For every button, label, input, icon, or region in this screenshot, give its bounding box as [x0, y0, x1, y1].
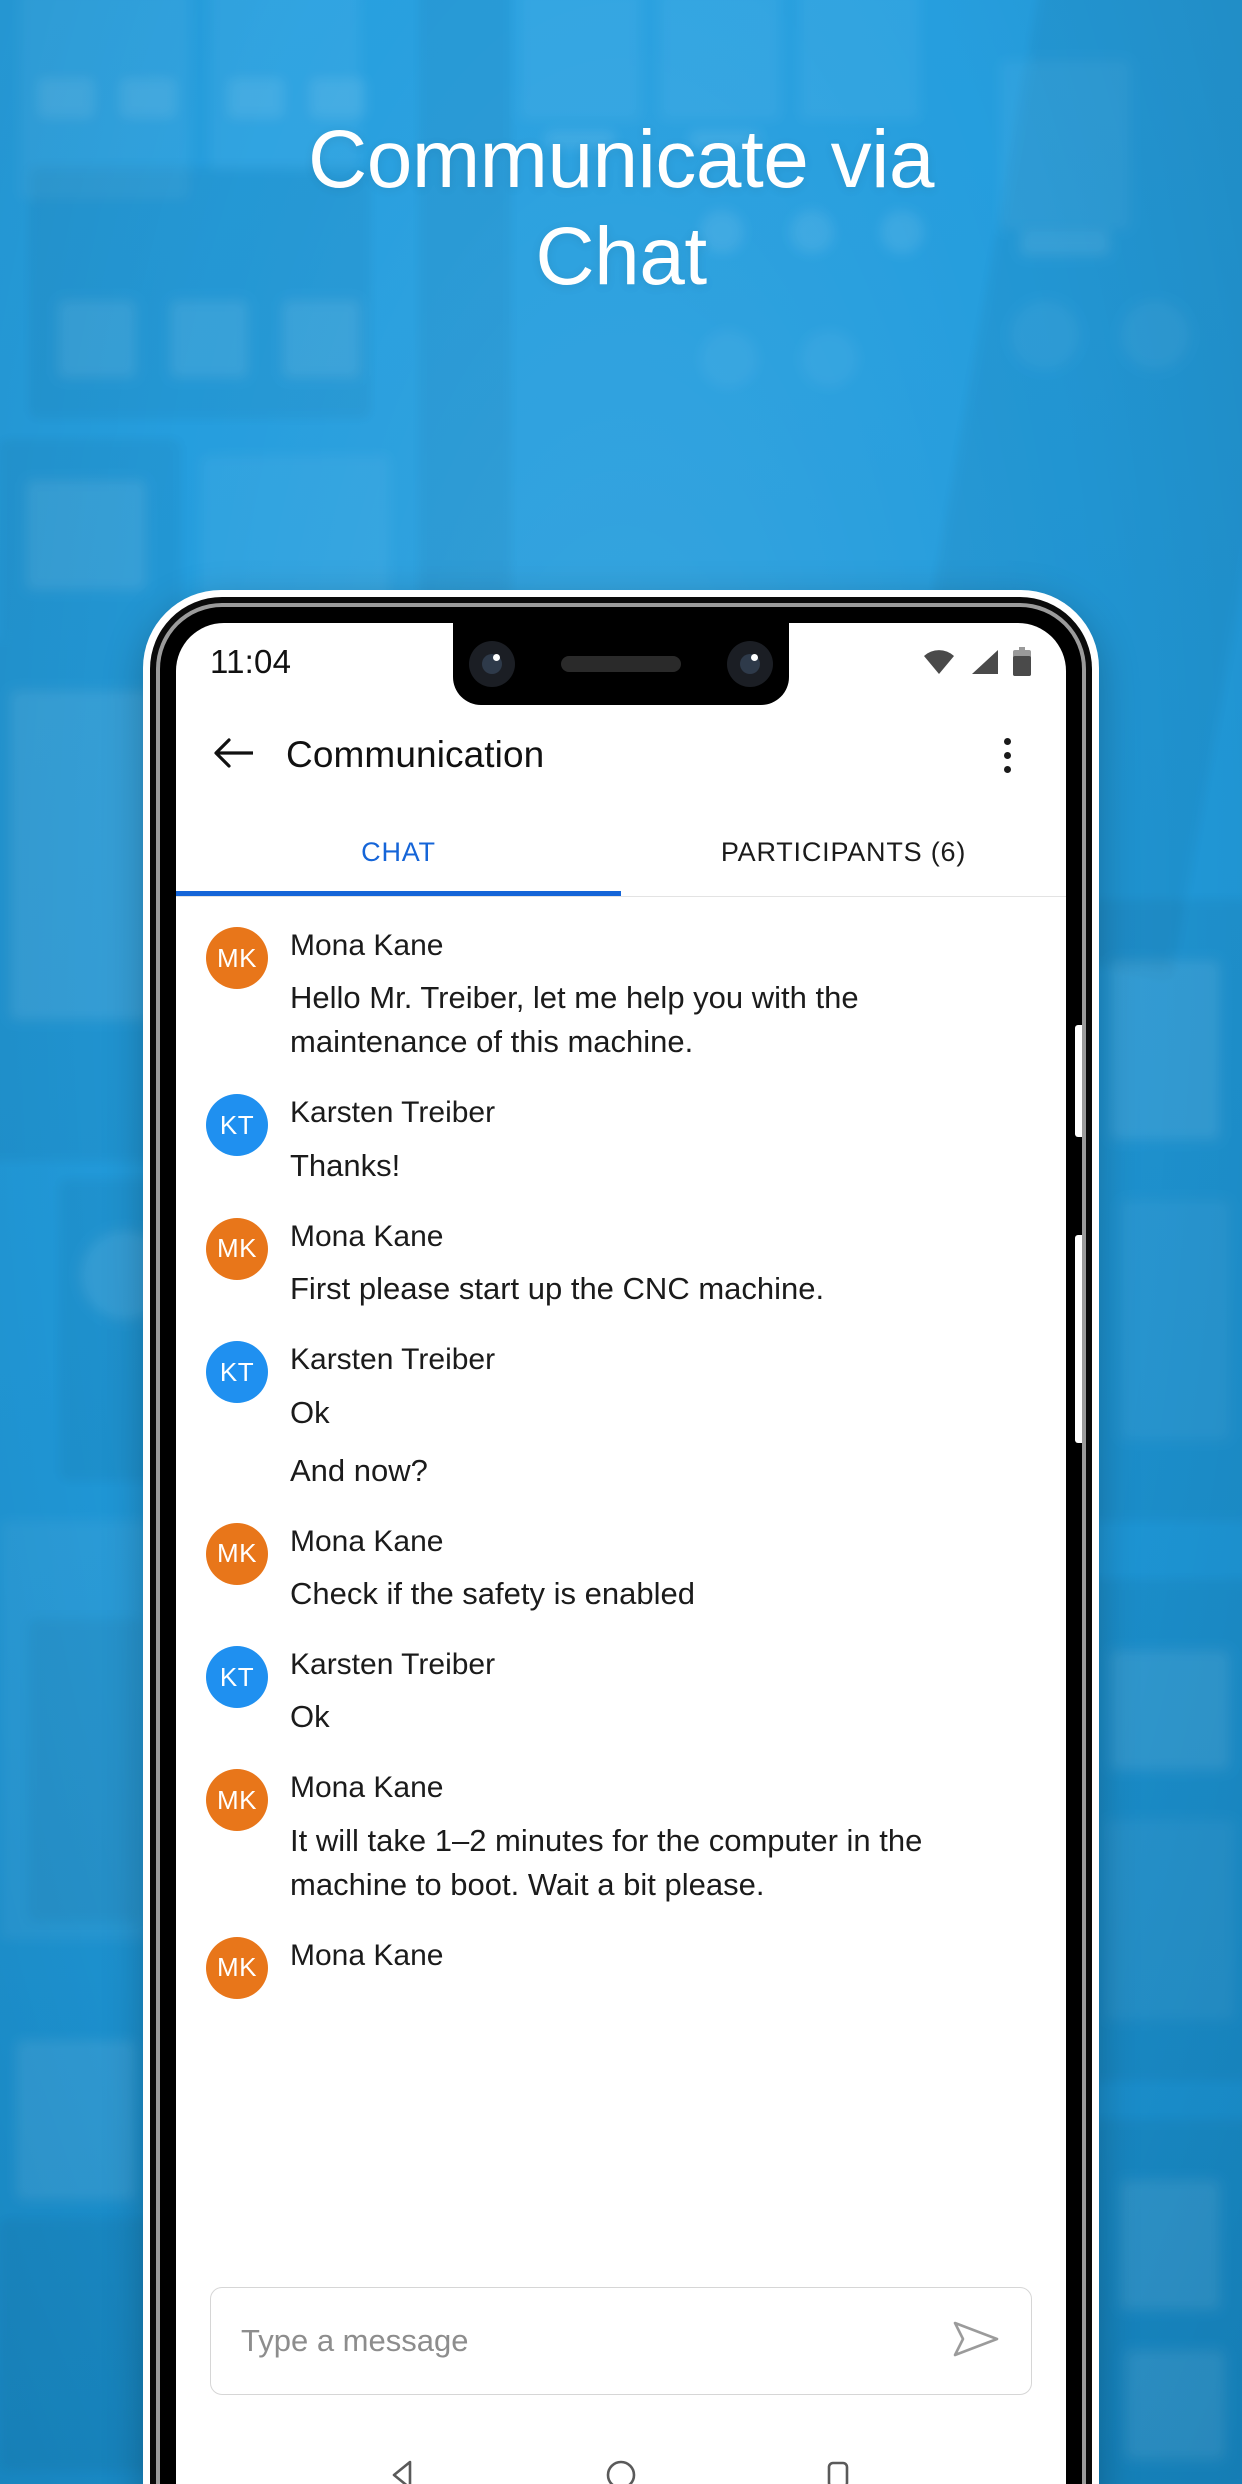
arrow-back-icon [213, 736, 255, 775]
chat-message-body: Karsten Treiber Ok And now? [290, 1339, 1032, 1492]
chat-message-sender: Mona Kane [290, 1938, 444, 1972]
tab-participants[interactable]: PARTICIPANTS (6) [621, 809, 1066, 896]
status-icons [922, 647, 1032, 677]
send-button[interactable] [947, 2312, 1005, 2370]
chat-message-sender: Mona Kane [290, 1771, 444, 1805]
nav-back-button[interactable] [369, 2442, 439, 2484]
app-bar-title: Communication [286, 734, 545, 775]
front-camera-icon [469, 641, 515, 687]
phone-mockup: 11:04 Communication CHAT PARTICIPANTS (6… [143, 590, 1099, 2484]
android-nav-bar [176, 2421, 1066, 2484]
nav-recents-button[interactable] [803, 2442, 873, 2484]
tab-active-indicator [176, 891, 621, 896]
home-circle-icon [603, 2457, 639, 2484]
page-title: Communicate via Chat [0, 112, 1242, 306]
power-button[interactable] [1075, 1025, 1082, 1137]
back-triangle-icon [386, 2457, 422, 2484]
nav-home-button[interactable] [586, 2442, 656, 2484]
headline-line-2: Chat [535, 210, 707, 302]
more-vertical-icon[interactable] [982, 727, 1032, 783]
chat-message-body: Karsten Treiber Ok [290, 1644, 1032, 1739]
cellular-signal-icon [969, 649, 999, 675]
earpiece-speaker [561, 656, 681, 672]
chat-message-partial: MK Mona Kane [176, 1921, 1066, 2013]
message-composer [176, 2263, 1066, 2421]
chat-message-text: And now? [290, 1452, 428, 1488]
app-bar: Communication [176, 701, 1066, 809]
chat-message-text: Check if the safety is enabled [290, 1576, 695, 1612]
tab-bar: CHAT PARTICIPANTS (6) [176, 809, 1066, 897]
chat-message: KT Karsten Treiber Thanks! [176, 1078, 1066, 1201]
overflow-dot [1003, 737, 1011, 745]
chat-message-text: Ok [290, 1394, 330, 1430]
avatar: MK [206, 1936, 268, 1999]
overflow-dot [1003, 751, 1011, 759]
chat-message-body: Karsten Treiber Thanks! [290, 1092, 1032, 1187]
avatar: KT [206, 1646, 268, 1709]
chat-message-body: Mona Kane [290, 1935, 1032, 1976]
volume-button[interactable] [1075, 1235, 1082, 1443]
avatar: MK [206, 1769, 268, 1832]
chat-message: KT Karsten Treiber Ok [176, 1630, 1066, 1753]
chat-message-text: Ok [290, 1699, 330, 1735]
overflow-dot [1003, 765, 1011, 773]
battery-icon [1012, 647, 1032, 677]
chat-message-text: It will take 1–2 minutes for the compute… [290, 1822, 923, 1902]
phone-screen: 11:04 Communication CHAT PARTICIPANTS (6… [176, 623, 1066, 2484]
headline-line-1: Communicate via [308, 114, 934, 205]
chat-message: MK Mona Kane First please start up the C… [176, 1202, 1066, 1325]
message-input[interactable] [241, 2288, 947, 2394]
chat-message-body: Mona Kane It will take 1–2 minutes for t… [290, 1767, 1032, 1906]
chat-message-body: Mona Kane First please start up the CNC … [290, 1216, 1032, 1311]
chat-message-sender: Mona Kane [290, 929, 444, 962]
send-icon [951, 2317, 1001, 2366]
phone-bezel-inner: 11:04 Communication CHAT PARTICIPANTS (6… [160, 607, 1082, 2484]
chat-message-text: Hello Mr. Treiber, let me help you with … [290, 980, 859, 1060]
chat-message-sender: Karsten Treiber [290, 1343, 496, 1377]
chat-message-text: First please start up the CNC machine. [290, 1271, 825, 1307]
avatar: MK [206, 1217, 268, 1280]
chat-message-sender: Mona Kane [290, 1219, 444, 1253]
recents-square-icon [820, 2457, 856, 2484]
chat-message-sender: Karsten Treiber [290, 1096, 496, 1130]
avatar: KT [206, 1094, 268, 1157]
chat-message: MK Mona Kane Check if the safety is enab… [176, 1507, 1066, 1630]
chat-message: MK Mona Kane Hello Mr. Treiber, let me h… [176, 911, 1066, 1078]
display-notch [453, 623, 789, 705]
wifi-icon [922, 649, 956, 675]
avatar: MK [206, 927, 268, 989]
front-camera-secondary-icon [727, 641, 773, 687]
phone-bezel-outer: 11:04 Communication CHAT PARTICIPANTS (6… [150, 597, 1092, 2484]
chat-message-sender: Mona Kane [290, 1524, 444, 1558]
chat-message: MK Mona Kane It will take 1–2 minutes fo… [176, 1753, 1066, 1920]
composer-box[interactable] [210, 2287, 1032, 2395]
chat-message-list[interactable]: MK Mona Kane Hello Mr. Treiber, let me h… [176, 897, 1066, 2263]
avatar: KT [206, 1341, 268, 1404]
avatar: MK [206, 1522, 268, 1585]
chat-message-sender: Karsten Treiber [290, 1648, 496, 1682]
chat-message-body: Mona Kane Hello Mr. Treiber, let me help… [290, 925, 1032, 1064]
back-button[interactable] [206, 727, 262, 783]
status-time: 11:04 [210, 643, 292, 680]
chat-message-body: Mona Kane Check if the safety is enabled [290, 1521, 1032, 1616]
chat-message-text: Thanks! [290, 1147, 401, 1183]
phone-bezel-ring: 11:04 Communication CHAT PARTICIPANTS (6… [156, 603, 1086, 2484]
chat-message: KT Karsten Treiber Ok And now? [176, 1325, 1066, 1506]
tab-chat[interactable]: CHAT [176, 809, 621, 896]
